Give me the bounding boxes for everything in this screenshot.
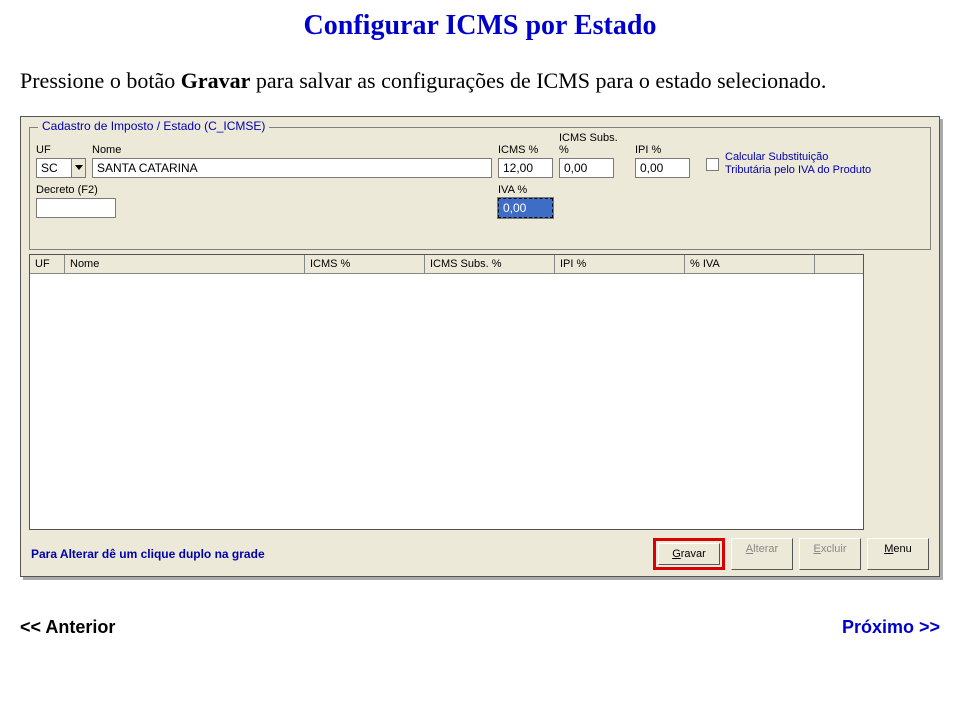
label-icms-subs: ICMS Subs. % — [559, 132, 629, 156]
grid-header-uf[interactable]: UF — [30, 255, 65, 273]
alterar-button[interactable]: Alterar — [731, 538, 793, 570]
next-link[interactable]: Próximo >> — [842, 617, 940, 638]
page-title: Configurar ICMS por Estado — [20, 10, 940, 42]
ipi-field[interactable] — [635, 158, 690, 178]
icms-field[interactable] — [498, 158, 553, 178]
label-iva: IVA % — [498, 184, 553, 196]
grid-header-iva[interactable]: % IVA — [685, 255, 815, 273]
dropdown-icon[interactable] — [71, 159, 85, 177]
grid-header-icms[interactable]: ICMS % — [305, 255, 425, 273]
data-grid: UF Nome ICMS % ICMS Subs. % IPI % % IVA — [29, 254, 864, 530]
instruction-suffix: para salvar as configurações de ICMS par… — [250, 68, 826, 93]
gravar-button[interactable]: Gravar — [658, 543, 720, 565]
decreto-field[interactable] — [36, 198, 116, 218]
bottom-bar: Para Alterar dê um clique duplo na grade… — [27, 534, 933, 570]
prev-link[interactable]: << Anterior — [20, 617, 115, 638]
excluir-label-rest: xcluir — [821, 543, 847, 555]
nome-field[interactable] — [92, 158, 492, 178]
grid-body[interactable] — [30, 274, 863, 529]
label-icms: ICMS % — [498, 144, 553, 156]
grid-header-ipi[interactable]: IPI % — [555, 255, 685, 273]
label-uf: UF — [36, 144, 86, 156]
uf-value: SC — [37, 159, 71, 177]
calc-sub-checkbox[interactable] — [706, 158, 719, 171]
hint-text: Para Alterar dê um clique duplo na grade — [31, 547, 265, 561]
form-panel: Cadastro de Imposto / Estado (C_ICMSE) U… — [20, 116, 940, 577]
grid-header-nome[interactable]: Nome — [65, 255, 305, 273]
grid-header-row: UF Nome ICMS % ICMS Subs. % IPI % % IVA — [30, 255, 863, 274]
grid-header-blank — [815, 255, 863, 273]
instruction-bold: Gravar — [181, 68, 251, 93]
uf-select[interactable]: SC — [36, 158, 86, 178]
excluir-button[interactable]: Excluir — [799, 538, 861, 570]
menu-label-rest: enu — [893, 543, 911, 555]
checkbox-label-l2: Tributária pelo IVA do Produto — [725, 164, 871, 177]
checkbox-label-l1: Calcular Substituição — [725, 151, 871, 164]
menu-button[interactable]: Menu — [867, 538, 929, 570]
fieldset-legend: Cadastro de Imposto / Estado (C_ICMSE) — [38, 119, 269, 133]
grid-header-icms-subs[interactable]: ICMS Subs. % — [425, 255, 555, 273]
gravar-label-rest: ravar — [681, 548, 706, 560]
footer-nav: << Anterior Próximo >> — [20, 607, 940, 638]
cadastro-fieldset: Cadastro de Imposto / Estado (C_ICMSE) U… — [29, 127, 931, 250]
gravar-highlight: Gravar — [653, 538, 725, 570]
iva-field[interactable]: 0,00 — [498, 198, 553, 218]
label-ipi: IPI % — [635, 144, 690, 156]
alterar-label-rest: lterar — [753, 543, 778, 555]
label-decreto: Decreto (F2) — [36, 184, 176, 196]
label-nome: Nome — [92, 144, 492, 156]
instruction-text: Pressione o botão Gravar para salvar as … — [20, 67, 940, 96]
icms-subs-field[interactable] — [559, 158, 614, 178]
instruction-prefix: Pressione o botão — [20, 68, 181, 93]
